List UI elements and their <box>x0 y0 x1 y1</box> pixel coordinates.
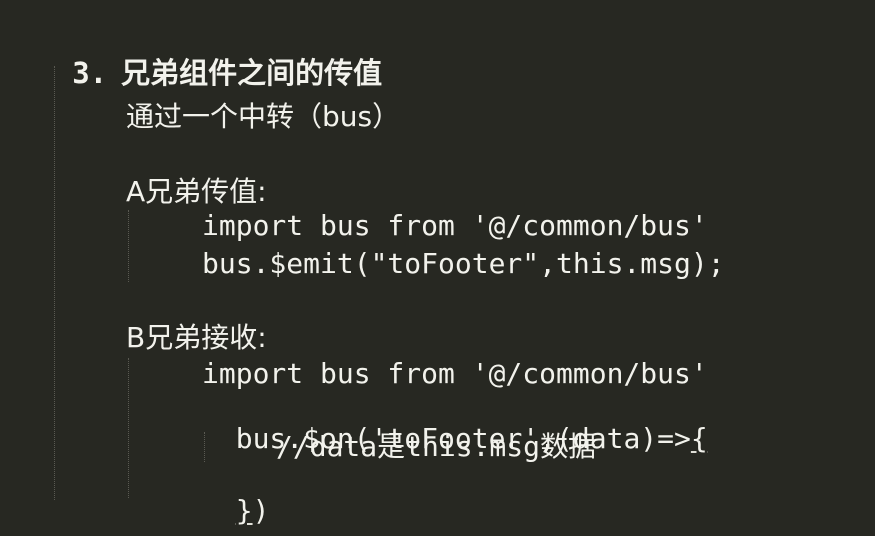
indent-guide-outer <box>54 66 55 500</box>
code-line-a-emit: bus.$emit("toFooter",this.msg); <box>202 247 725 280</box>
heading-title: 兄弟组件之间的传值 <box>121 56 383 90</box>
intro-text: 通过一个中转（bus） <box>126 100 401 133</box>
section-heading: 3. 兄弟组件之间的传值 <box>52 30 382 88</box>
code-open-brace: { <box>690 422 708 455</box>
heading-number: 3. <box>72 56 108 90</box>
code-line-b-comment: //data是this.msg数据 <box>276 430 597 463</box>
indent-guide-b <box>128 358 129 498</box>
code-line-b-close: }) <box>202 469 270 527</box>
code-line-a-import: import bus from '@/common/bus' <box>202 209 708 242</box>
code-close-brace: } <box>235 494 253 527</box>
indent-guide-a <box>128 210 129 282</box>
code-line-b-import: import bus from '@/common/bus' <box>202 357 708 390</box>
code-close-paren: ) <box>252 494 270 527</box>
section-b-label: B兄弟接收: <box>126 321 267 354</box>
section-a-label: A兄弟传值: <box>126 175 267 208</box>
